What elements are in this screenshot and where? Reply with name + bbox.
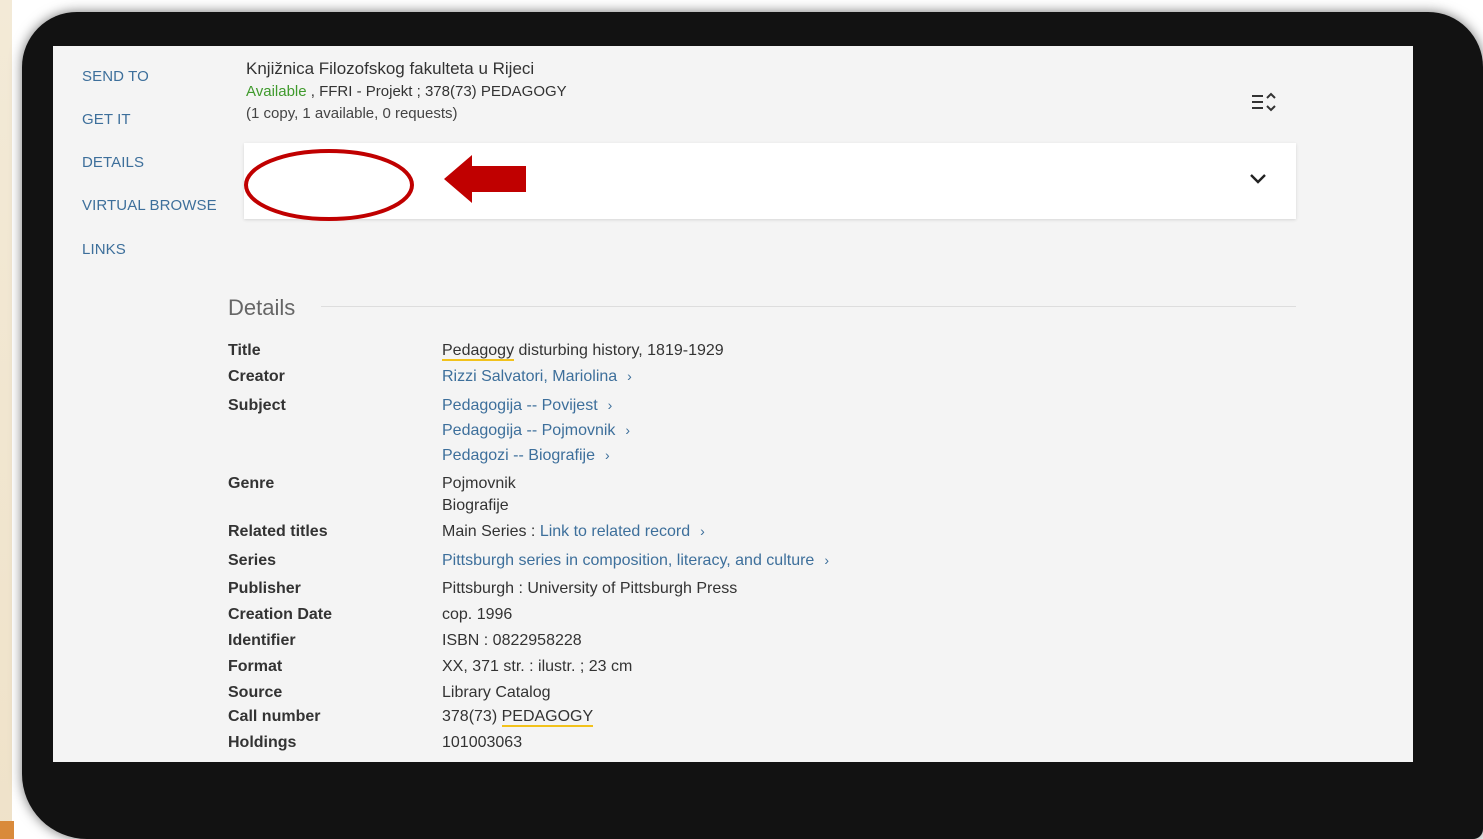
creator-link[interactable]: Rizzi Salvatori, Mariolina bbox=[442, 368, 617, 385]
annotation-ellipse bbox=[244, 149, 414, 221]
creator-value: Rizzi Salvatori, Mariolina › bbox=[442, 368, 632, 386]
subject-label: Subject bbox=[228, 397, 286, 414]
copies-summary: (1 copy, 1 available, 0 requests) bbox=[246, 105, 458, 122]
subject-link[interactable]: Pedagozi -- Biografije bbox=[442, 447, 595, 464]
title-highlight: Pedagogy bbox=[442, 342, 515, 361]
subject-value-1: Pedagogija -- Povijest › bbox=[442, 397, 612, 415]
source-value: Library Catalog bbox=[442, 684, 551, 701]
record-panel: SEND TO GET IT DETAILS VIRTUAL BROWSE LI… bbox=[53, 46, 1413, 762]
related-record-link[interactable]: Link to related record bbox=[540, 523, 690, 540]
call-number-label: Call number bbox=[228, 708, 321, 725]
title-label: Title bbox=[228, 342, 261, 359]
series-link[interactable]: Pittsburgh series in composition, litera… bbox=[442, 552, 814, 569]
location-line: , FFRI - Projekt ; 378(73) PEDAGOGY bbox=[306, 83, 567, 100]
library-name: Knjižnica Filozofskog fakulteta u Rijeci bbox=[246, 59, 535, 78]
nav-virtual-browse[interactable]: VIRTUAL BROWSE bbox=[82, 197, 217, 214]
chevron-right-icon: › bbox=[824, 552, 829, 568]
publisher-label: Publisher bbox=[228, 580, 301, 597]
details-divider bbox=[321, 306, 1296, 307]
subject-link[interactable]: Pedagogija -- Povijest bbox=[442, 397, 598, 414]
details-heading: Details bbox=[228, 295, 296, 320]
holdings-label: Holdings bbox=[228, 734, 297, 751]
call-number-prefix: 378(73) bbox=[442, 708, 502, 725]
related-prefix: Main Series : bbox=[442, 523, 540, 540]
chevron-down-icon[interactable] bbox=[1248, 169, 1268, 189]
nav-links[interactable]: LINKS bbox=[82, 241, 126, 258]
genre-label: Genre bbox=[228, 475, 275, 492]
subject-value-2: Pedagogija -- Pojmovnik › bbox=[442, 422, 630, 440]
identifier-label: Identifier bbox=[228, 632, 296, 649]
series-label: Series bbox=[228, 552, 277, 569]
availability-line: Available , FFRI - Projekt ; 378(73) PED… bbox=[246, 83, 567, 100]
call-number-highlight: PEDAGOGY bbox=[501, 708, 594, 727]
publisher-value: Pittsburgh : University of Pittsburgh Pr… bbox=[442, 580, 738, 597]
chevron-right-icon: › bbox=[627, 368, 632, 384]
format-label: Format bbox=[228, 658, 283, 675]
subject-value-3: Pedagozi -- Biografije › bbox=[442, 447, 610, 465]
chevron-right-icon: › bbox=[625, 422, 631, 438]
genre-value-2: Biografije bbox=[442, 497, 509, 514]
nav-send-to[interactable]: SEND TO bbox=[82, 68, 149, 85]
nav-details[interactable]: DETAILS bbox=[82, 154, 144, 171]
related-titles-value: Main Series : Link to related record › bbox=[442, 523, 705, 541]
left-decor-strip bbox=[0, 0, 12, 839]
nav-get-it[interactable]: GET IT bbox=[82, 111, 131, 128]
title-value: Pedagogy disturbing history, 1819-1929 bbox=[442, 342, 724, 361]
chevron-right-icon: › bbox=[607, 397, 613, 413]
item-row-collapsed[interactable] bbox=[244, 143, 1296, 221]
chevron-right-icon: › bbox=[700, 523, 705, 539]
title-rest: disturbing history, 1819-1929 bbox=[514, 342, 724, 359]
related-titles-label: Related titles bbox=[228, 523, 328, 540]
format-value: XX, 371 str. : ilustr. ; 23 cm bbox=[442, 658, 633, 675]
call-number-value: 378(73) PEDAGOGY bbox=[442, 708, 594, 727]
subject-link[interactable]: Pedagogija -- Pojmovnik bbox=[442, 422, 615, 439]
genre-value-1: Pojmovnik bbox=[442, 475, 516, 492]
identifier-value: ISBN : 0822958228 bbox=[442, 632, 582, 649]
creation-date-value: cop. 1996 bbox=[442, 606, 513, 623]
creation-date-label: Creation Date bbox=[228, 606, 333, 623]
creator-label: Creator bbox=[228, 368, 285, 385]
chevron-right-icon: › bbox=[604, 447, 610, 463]
source-label: Source bbox=[228, 684, 283, 701]
holdings-value: 101003063 bbox=[442, 734, 523, 751]
availability-status: Available bbox=[246, 83, 307, 100]
left-decor-corner bbox=[0, 821, 14, 839]
sort-icon[interactable] bbox=[1250, 91, 1278, 115]
series-value: Pittsburgh series in composition, litera… bbox=[442, 552, 829, 570]
annotation-arrow bbox=[444, 155, 526, 203]
